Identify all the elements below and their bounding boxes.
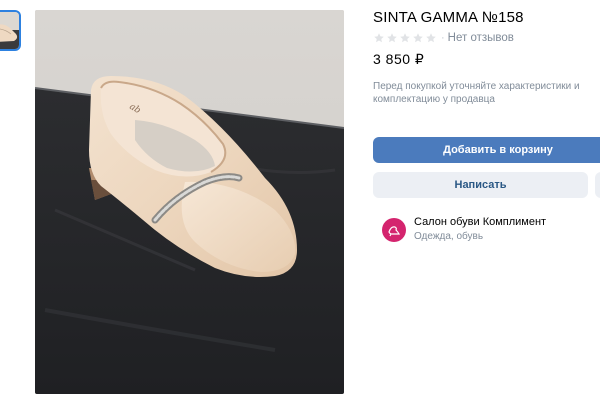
shoe-image: ab: [35, 10, 344, 394]
more-actions-button[interactable]: [595, 172, 600, 198]
shoe-logo-icon: [388, 226, 400, 237]
add-to-cart-button[interactable]: Добавить в корзину: [373, 137, 600, 163]
seller-category: Одежда, обувь: [414, 231, 484, 242]
rating-row: · Нет отзывов: [373, 31, 514, 45]
rating-separator: ·: [441, 32, 445, 44]
product-thumbnail[interactable]: [0, 10, 21, 51]
reviews-link[interactable]: Нет отзывов: [448, 32, 514, 44]
rating-stars: [373, 32, 437, 44]
star-outline-icon: [373, 32, 385, 44]
star-outline-icon: [412, 32, 424, 44]
product-photo[interactable]: ab: [35, 10, 344, 394]
star-outline-icon: [425, 32, 437, 44]
seller-card[interactable]: Салон обуви Комплимент Одежда, обувь: [382, 215, 546, 243]
seller-avatar[interactable]: [382, 218, 406, 242]
seller-name[interactable]: Салон обуви Комплимент: [414, 215, 546, 229]
star-outline-icon: [399, 32, 411, 44]
thumbnail-shoe-image: [0, 12, 19, 49]
message-seller-button[interactable]: Написать: [373, 172, 588, 198]
seller-note: Перед покупкой уточняйте характеристики …: [373, 81, 580, 105]
product-price: 3 850 ₽: [373, 51, 425, 67]
product-title: SINTA GAMMA №158: [373, 9, 524, 26]
star-outline-icon: [386, 32, 398, 44]
